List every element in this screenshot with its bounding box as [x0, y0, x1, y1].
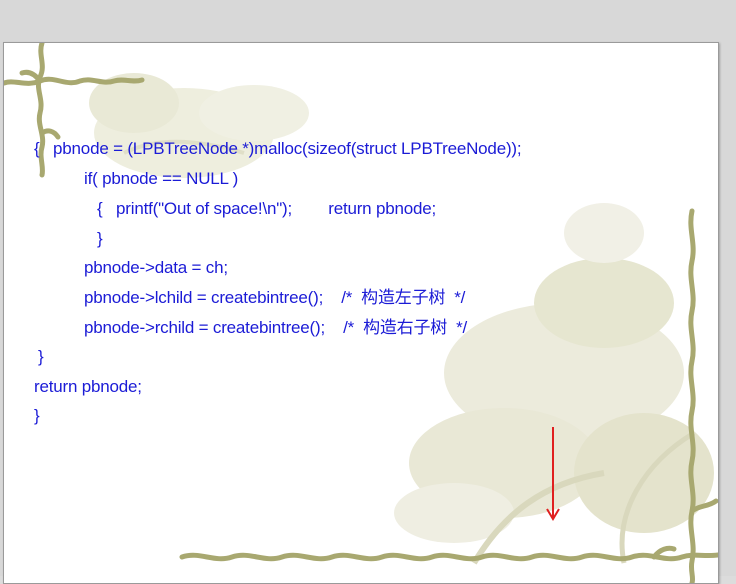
code-line: pbnode->lchild = createbintree(); /* 构造左…: [84, 288, 466, 307]
code-block: { pbnode = (LPBTreeNode *)malloc(sizeof(…: [4, 43, 718, 583]
code-line: }: [34, 406, 40, 425]
code-line: { printf("Out of space!\n"); return pbno…: [97, 199, 437, 218]
presentation-workspace: { pbnode = (LPBTreeNode *)malloc(sizeof(…: [0, 0, 736, 584]
slide-canvas[interactable]: { pbnode = (LPBTreeNode *)malloc(sizeof(…: [3, 42, 719, 584]
code-line: if( pbnode == NULL ): [84, 169, 239, 188]
code-line: pbnode->data = ch;: [84, 258, 228, 277]
code-line: return pbnode;: [34, 377, 142, 396]
code-line: pbnode->rchild = createbintree(); /* 构造右…: [84, 318, 468, 337]
code-line: }: [97, 229, 103, 248]
code-line: { pbnode = (LPBTreeNode *)malloc(sizeof(…: [34, 139, 522, 158]
down-arrow-icon: [546, 427, 560, 521]
code-line: }: [38, 347, 44, 366]
